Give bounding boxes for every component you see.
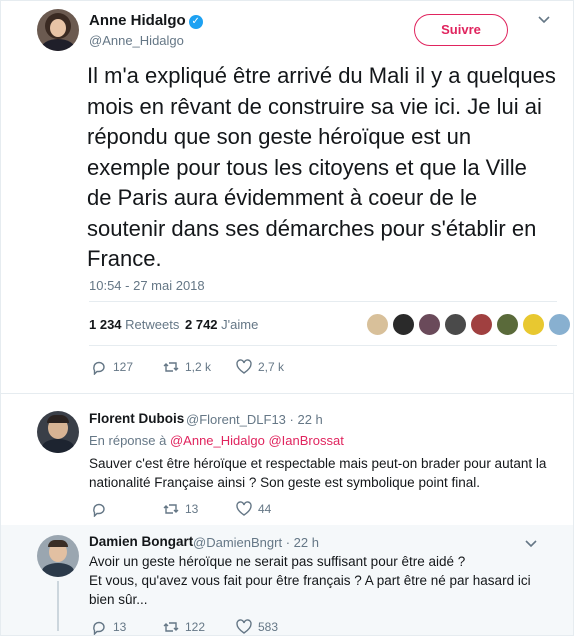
like-action[interactable]: 583: [236, 619, 278, 635]
reply-author-name[interactable]: Damien Bongart: [89, 534, 193, 549]
chevron-down-icon[interactable]: [538, 13, 550, 27]
tweet-timestamp[interactable]: 10:54 - 27 mai 2018: [89, 278, 205, 293]
reply-author-name[interactable]: Florent Dubois: [89, 411, 184, 426]
liker-avatar[interactable]: [496, 313, 519, 336]
like-count: 2,7 k: [258, 360, 285, 374]
tweet-card: Anne Hidalgo ✓ @Anne_Hidalgo Suivre Il m'…: [0, 0, 574, 636]
reply-action[interactable]: [91, 501, 113, 517]
heart-icon: [236, 619, 252, 634]
tweet-actions: 127 1,2 k 2,7 k: [91, 359, 551, 379]
reply-actions: 13 122 583: [91, 619, 551, 635]
liker-avatar[interactable]: [366, 313, 389, 336]
author-info: Anne Hidalgo ✓ @Anne_Hidalgo: [89, 12, 203, 48]
reply-text: Sauver c'est être héroïque et respectabl…: [89, 456, 547, 490]
reply-text-line1: Avoir un geste héroïque ne serait pas su…: [89, 554, 466, 569]
retweets-count: 1 234: [89, 317, 122, 332]
reply-author-handle[interactable]: @Florent_DLF13: [186, 412, 286, 427]
liker-avatar[interactable]: [392, 313, 415, 336]
verified-badge-icon: ✓: [188, 15, 203, 29]
thread-line: [57, 581, 59, 631]
chevron-down-icon[interactable]: [525, 537, 537, 551]
retweet-icon: [163, 504, 179, 514]
reply-icon: [93, 621, 105, 635]
author-handle[interactable]: @Anne_Hidalgo: [89, 33, 203, 48]
like-action[interactable]: 44: [236, 501, 271, 517]
retweet-action[interactable]: 1,2 k: [163, 359, 211, 375]
reply-author-meta: @DamienBngrt · 22 h: [193, 535, 319, 550]
reply-action[interactable]: 127: [91, 359, 133, 375]
in-reply-prefix: En réponse à: [89, 433, 167, 448]
retweet-count: 1,2 k: [185, 360, 212, 374]
reply-count: 13: [113, 620, 127, 634]
retweet-action[interactable]: 122: [163, 619, 205, 635]
divider: [1, 393, 573, 394]
liker-avatar[interactable]: [418, 313, 441, 336]
like-action[interactable]: 2,7 k: [236, 359, 284, 375]
heart-icon: [236, 359, 252, 374]
reply-time[interactable]: · 22 h: [290, 412, 323, 427]
author-name[interactable]: Anne Hidalgo: [89, 12, 186, 29]
retweet-action[interactable]: 13: [163, 501, 198, 517]
reply-author-handle[interactable]: @DamienBngrt: [193, 535, 282, 550]
liker-avatar[interactable]: [548, 313, 571, 336]
reply-author-meta: @Florent_DLF13 · 22 h: [186, 412, 323, 427]
like-count: 44: [258, 502, 272, 516]
reply-icon: [93, 503, 105, 517]
mention-link[interactable]: @Anne_Hidalgo: [170, 433, 265, 448]
reply-count: 127: [113, 360, 134, 374]
retweet-icon: [163, 622, 179, 632]
liker-avatar[interactable]: [522, 313, 545, 336]
retweet-count: 13: [185, 502, 199, 516]
reply-author-avatar[interactable]: [37, 411, 79, 453]
reply-author-avatar[interactable]: [37, 535, 79, 577]
in-reply-to: En réponse à @Anne_Hidalgo @IanBrossat: [89, 433, 344, 448]
reply-time[interactable]: · 22 h: [286, 535, 319, 550]
mention-link[interactable]: @IanBrossat: [268, 433, 343, 448]
reply-actions: 13 44: [91, 501, 551, 521]
like-count: 583: [258, 620, 279, 634]
tweet-text: Il m'a expliqué être arrivé du Mali il y…: [87, 63, 556, 271]
liker-avatar[interactable]: [444, 313, 467, 336]
heart-icon: [236, 501, 252, 516]
likes-count: 2 742: [185, 317, 218, 332]
retweet-count: 122: [185, 620, 206, 634]
likes-label: J'aime: [221, 317, 259, 332]
divider: [89, 301, 557, 302]
reply-text-line2: Et vous, qu'avez vous fait pour être fra…: [89, 573, 531, 607]
reply-icon: [93, 361, 105, 375]
retweets-stat[interactable]: 1 234 Retweets: [89, 317, 179, 332]
author-avatar[interactable]: [37, 9, 79, 51]
retweets-label: Retweets: [125, 317, 180, 332]
liker-avatar[interactable]: [470, 313, 493, 336]
tweet-stats: 1 234 Retweets 2 742 J'aime: [89, 313, 571, 339]
divider: [89, 345, 557, 346]
follow-button[interactable]: Suivre: [414, 14, 508, 46]
retweet-icon: [163, 362, 179, 372]
likes-stat[interactable]: 2 742 J'aime: [185, 317, 258, 332]
reply-action[interactable]: 13: [91, 619, 126, 635]
